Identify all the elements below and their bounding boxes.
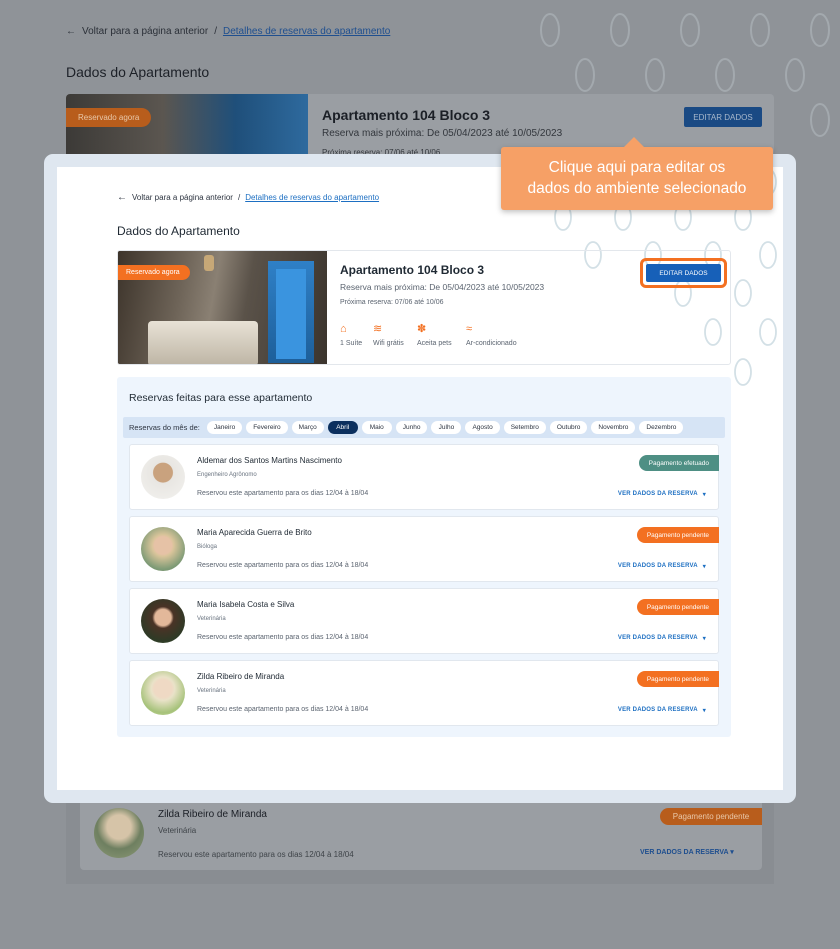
month-tab-fevereiro[interactable]: Fevereiro [246,421,288,434]
status-badge: Pagamento pendente [636,527,719,543]
arrow-left-icon: ← [66,26,76,37]
month-tab-maio[interactable]: Maio [361,421,392,434]
amenity-wifi: ≋ Wifi grátis [373,323,404,347]
guest-name: Maria Isabela Costa e Silva [197,600,295,609]
view-details-link[interactable]: VER DADOS DA RESERVA ▾ [618,563,706,570]
reservation-card: Maria Isabela Costa e Silva Veterinária … [129,588,719,654]
air-conditioner-icon: ≈ [466,323,473,335]
guest-profession: Veterinária [197,616,226,622]
amenity-air: ≈ Ar-condicionado [466,323,517,347]
amenity-suite: ⌂ 1 Suíte [340,323,362,347]
wifi-icon: ≋ [373,323,383,335]
background-reservation-dates: Reservou este apartamento para os dias 1… [158,850,354,859]
status-badge: Pagamento pendente [636,599,719,615]
month-tab-setembro[interactable]: Setembro [503,421,546,434]
breadcrumb-separator: / [214,26,217,37]
breadcrumb: ← Voltar para a página anterior / Detalh… [117,192,379,203]
month-tab-junho[interactable]: Junho [395,421,428,434]
avatar [94,808,144,858]
background-view-details: VER DADOS DA RESERVA ▾ [640,849,734,856]
background-status-badge: Pagamento pendente [660,808,762,825]
chevron-down-icon: ▾ [702,636,706,642]
month-filter-label: Reservas do mês de: [129,423,200,432]
arrow-left-icon[interactable]: ← [117,192,127,203]
next-reservation: Próxima reserva: 07/06 até 10/06 [340,299,444,306]
paw-icon: ✽ [417,323,427,335]
amenity-pets: ✽ Aceita pets [417,323,452,347]
reservations-panel: Reservas feitas para esse apartamento Re… [117,377,731,737]
month-tab-novembro[interactable]: Novembro [591,421,636,434]
background-reservation-card: Zilda Ribeiro de Miranda Veterinária Res… [80,798,762,870]
nearest-reservation: Reserva mais próxima: De 05/04/2023 até … [340,282,545,292]
guest-name: Maria Aparecida Guerra de Brito [197,528,312,537]
guest-profession: Veterinária [197,688,226,694]
background-guest-name: Zilda Ribeiro de Miranda [158,809,267,820]
breadcrumb-current[interactable]: Detalhes de reservas do apartamento [245,193,379,202]
reservation-card: Maria Aparecida Guerra de Brito Bióloga … [129,516,719,582]
amenity-label: Ar-condicionado [466,340,517,347]
amenity-label: Wifi grátis [373,340,404,347]
month-filter: Reservas do mês de: Janeiro Fevereiro Ma… [123,417,725,438]
reservation-dates: Reservou este apartamento para os dias 1… [197,490,369,497]
avatar [141,527,185,571]
amenity-label: 1 Suíte [340,340,363,347]
tooltip-line-1: Clique aqui para editar os [548,159,726,176]
reservation-dates: Reservou este apartamento para os dias 1… [197,706,369,713]
avatar [141,455,185,499]
month-tab-janeiro[interactable]: Janeiro [206,421,243,434]
avatar [141,599,185,643]
page-title: Dados do Apartamento [117,224,240,238]
amenity-label: Aceita pets [417,340,452,347]
background-edit-button: EDITAR DADOS [684,107,762,127]
guest-profession: Engenheiro Agrônomo [197,472,257,478]
guest-profession: Bióloga [197,544,218,550]
apartment-card: Reservado agora Apartamento 104 Bloco 3 … [117,250,731,365]
month-tab-julho[interactable]: Julho [431,421,462,434]
view-details-link[interactable]: VER DADOS DA RESERVA ▾ [618,491,706,498]
chevron-down-icon: ▾ [702,564,706,570]
avatar [141,671,185,715]
reservation-card: Zilda Ribeiro de Miranda Veterinária Res… [129,660,719,726]
background-nearest-reservation: Reserva mais próxima: De 05/04/2023 até … [322,128,563,139]
background-reserved-badge: Reservado agora [66,108,152,127]
status-badge: Pagamento efetuado [638,455,719,471]
breadcrumb-separator: / [237,193,241,202]
status-badge: Pagamento pendente [636,671,719,687]
chevron-down-icon: ▾ [702,708,706,714]
reservation-card: Aldemar dos Santos Martins Nascimento En… [129,444,719,510]
view-details-link[interactable]: VER DADOS DA RESERVA ▾ [618,707,706,714]
background-back-link: Voltar para a página anterior [82,26,209,37]
chevron-down-icon: ▾ [702,492,706,498]
month-tab-outubro[interactable]: Outubro [549,421,588,434]
month-tab-marco[interactable]: Março [291,421,324,434]
month-tab-dezembro[interactable]: Dezembro [639,421,684,434]
edit-tooltip: Clique aqui para editar os dados do ambi… [501,137,773,210]
background-page-title: Dados do Apartamento [66,64,210,80]
tooltip-pointer [624,137,644,147]
back-link[interactable]: Voltar para a página anterior [132,193,233,202]
guest-name: Zilda Ribeiro de Miranda [197,672,285,681]
highlight-frame: ← Voltar para a página anterior / Detalh… [44,154,796,803]
background-apartment-name: Apartamento 104 Bloco 3 [322,107,491,123]
background-breadcrumb: ← Voltar para a página anterior / Detalh… [66,26,390,37]
reservation-dates: Reservou este apartamento para os dias 1… [197,634,369,641]
background-breadcrumb-current: Detalhes de reservas do apartamento [222,26,391,37]
tooltip-line-2: dados do ambiente selecionado [527,180,747,197]
reserved-badge: Reservado agora [118,265,190,280]
apartment-name: Apartamento 104 Bloco 3 [340,263,485,277]
reservations-title: Reservas feitas para esse apartamento [129,392,313,404]
month-tab-abril[interactable]: Abril [327,421,358,434]
app-screen: ← Voltar para a página anterior / Detalh… [57,167,783,790]
edit-data-button[interactable]: EDITAR DADOS [646,264,721,282]
view-details-link[interactable]: VER DADOS DA RESERVA ▾ [618,635,706,642]
guest-name: Aldemar dos Santos Martins Nascimento [197,456,342,465]
reservation-dates: Reservou este apartamento para os dias 1… [197,562,369,569]
background-guest-profession: Veterinária [158,826,197,835]
bathtub-icon: ⌂ [340,323,347,335]
month-tab-agosto[interactable]: Agosto [465,421,500,434]
